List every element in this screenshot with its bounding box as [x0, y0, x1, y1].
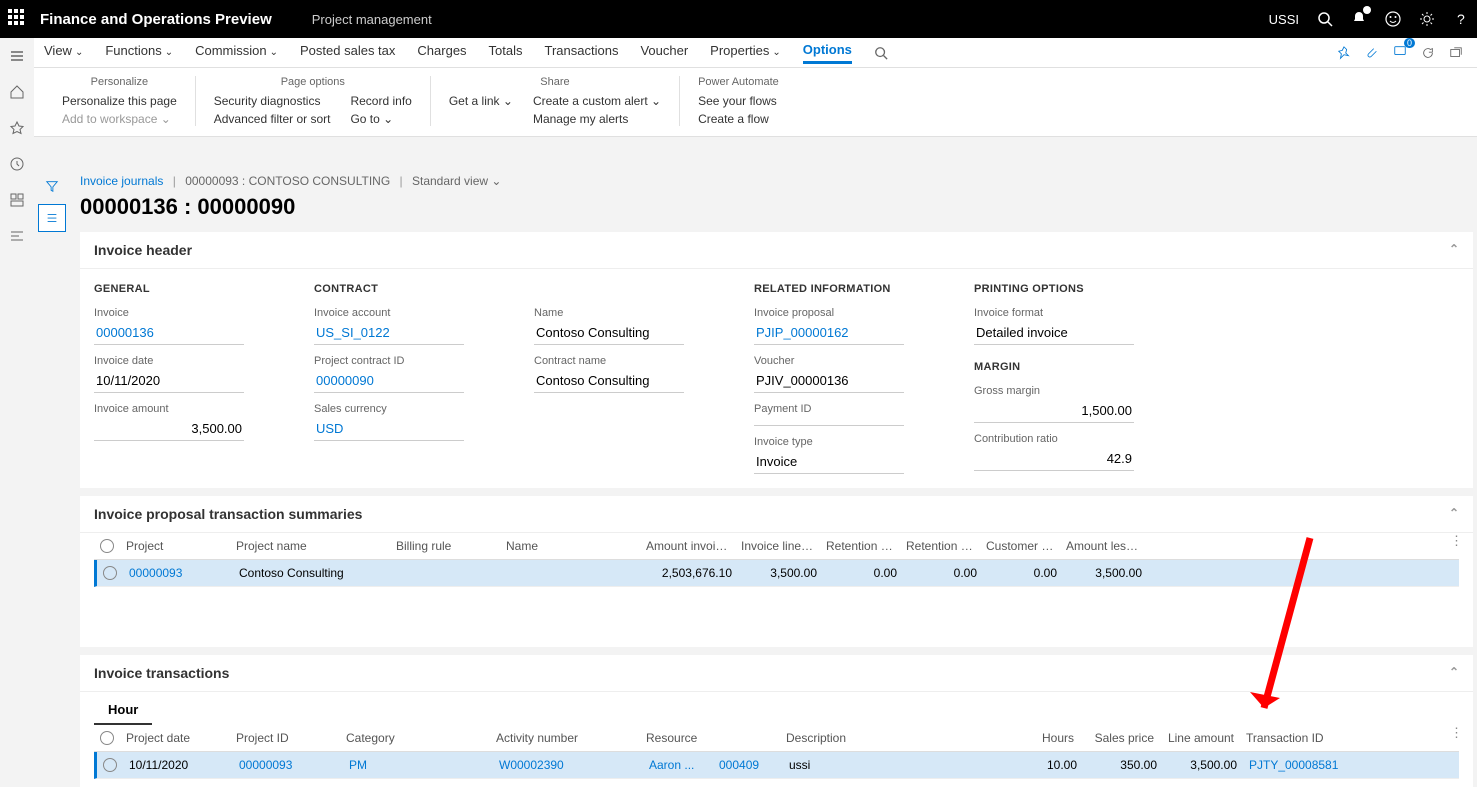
select-all-radio[interactable] — [100, 539, 114, 553]
record-info[interactable]: Record info — [350, 94, 411, 108]
messages-icon[interactable] — [1393, 44, 1407, 61]
app-launcher-icon[interactable] — [8, 9, 28, 29]
modules-icon[interactable] — [9, 228, 25, 244]
create-custom-alert[interactable]: Create a custom alert ⌄ — [533, 94, 661, 108]
add-to-workspace[interactable]: Add to workspace ⌄ — [62, 112, 177, 126]
project-contract-id-field[interactable]: 00000090 — [314, 369, 464, 393]
table-row[interactable]: 00000093 Contoso Consulting 2,503,676.10… — [94, 560, 1459, 587]
pin-icon[interactable] — [1337, 46, 1351, 60]
invoice-account-field[interactable]: US_SI_0122 — [314, 321, 464, 345]
refresh-icon[interactable] — [1421, 46, 1435, 60]
tab-transactions[interactable]: Transactions — [545, 43, 619, 62]
tab-voucher[interactable]: Voucher — [640, 43, 688, 62]
smiley-icon[interactable] — [1385, 11, 1401, 27]
app-title: Finance and Operations Preview — [40, 11, 272, 28]
select-all-radio[interactable] — [100, 731, 114, 745]
invoice-date-field[interactable]: 10/11/2020 — [94, 369, 244, 393]
workspace-icon[interactable] — [9, 192, 25, 208]
section-invoice-header[interactable]: Invoice header⌃ — [80, 232, 1473, 269]
row-radio[interactable] — [103, 758, 117, 772]
tab-options[interactable]: Options — [803, 42, 852, 64]
tab-functions[interactable]: Functions⌄ — [105, 43, 173, 62]
row-radio[interactable] — [103, 566, 117, 580]
invoice-field[interactable]: 00000136 — [94, 321, 244, 345]
tab-properties[interactable]: Properties⌄ — [710, 43, 781, 62]
ribbon-group-share: Share — [449, 76, 661, 88]
contract-name-field[interactable]: Contoso Consulting — [534, 369, 684, 393]
recent-icon[interactable] — [9, 156, 25, 172]
tab-charges[interactable]: Charges — [417, 43, 466, 62]
section-transactions[interactable]: Invoice transactions⌃ — [80, 655, 1473, 692]
popout-icon[interactable] — [1449, 46, 1463, 60]
attach-icon[interactable] — [1365, 46, 1379, 60]
manage-alerts[interactable]: Manage my alerts — [533, 112, 661, 126]
invoice-amount-field[interactable]: 3,500.00 — [94, 417, 244, 441]
breadcrumb-text: 00000093 : CONTOSO CONSULTING — [185, 174, 390, 188]
tab-view[interactable]: View⌄ — [44, 43, 83, 62]
breadcrumb: Invoice journals | 00000093 : CONTOSO CO… — [80, 166, 1473, 192]
go-to[interactable]: Go to ⌄ — [350, 112, 411, 126]
search-icon[interactable] — [1317, 11, 1333, 27]
subtab-hour[interactable]: Hour — [94, 692, 152, 725]
invoice-proposal-field[interactable]: PJIP_00000162 — [754, 321, 904, 345]
section-summaries[interactable]: Invoice proposal transaction summaries⌃ — [80, 496, 1473, 533]
page-title: 00000136 : 00000090 — [80, 192, 1473, 232]
ribbon-group-page-options: Page options — [214, 76, 412, 88]
hamburger-icon[interactable] — [9, 48, 25, 64]
home-icon[interactable] — [9, 84, 25, 100]
tab-commission[interactable]: Commission⌄ — [195, 43, 278, 62]
create-a-flow[interactable]: Create a flow — [698, 112, 777, 126]
grid-more-icon[interactable]: ⋮ — [1450, 725, 1463, 741]
see-your-flows[interactable]: See your flows — [698, 94, 777, 108]
voucher-field[interactable]: PJIV_00000136 — [754, 369, 904, 393]
contribution-ratio-field[interactable]: 42.9 — [974, 447, 1134, 471]
get-a-link[interactable]: Get a link ⌄ — [449, 94, 513, 108]
search-inline-icon[interactable] — [874, 46, 888, 60]
user-name[interactable]: USSI — [1269, 12, 1299, 27]
personalize-page[interactable]: Personalize this page — [62, 94, 177, 108]
payment-id-field[interactable] — [754, 417, 904, 426]
tab-totals[interactable]: Totals — [489, 43, 523, 62]
name-field[interactable]: Contoso Consulting — [534, 321, 684, 345]
grid-more-icon[interactable]: ⋮ — [1450, 533, 1463, 549]
view-selector[interactable]: Standard view ⌄ — [412, 174, 501, 188]
ribbon-group-power-automate: Power Automate — [698, 76, 779, 88]
security-diagnostics[interactable]: Security diagnostics — [214, 94, 331, 108]
help-icon[interactable]: ? — [1453, 11, 1469, 27]
notifications-icon[interactable] — [1351, 10, 1367, 29]
star-icon[interactable] — [9, 120, 25, 136]
gross-margin-field[interactable]: 1,500.00 — [974, 399, 1134, 423]
advanced-filter[interactable]: Advanced filter or sort — [214, 112, 331, 126]
sales-currency-field[interactable]: USD — [314, 417, 464, 441]
tab-posted-sales-tax[interactable]: Posted sales tax — [300, 43, 395, 62]
svg-text:?: ? — [1457, 11, 1465, 27]
breadcrumb-link[interactable]: Invoice journals — [80, 174, 163, 188]
module-name[interactable]: Project management — [312, 12, 432, 27]
invoice-format-field[interactable]: Detailed invoice — [974, 321, 1134, 345]
invoice-type-field[interactable]: Invoice — [754, 450, 904, 474]
gear-icon[interactable] — [1419, 11, 1435, 27]
ribbon-group-personalize: Personalize — [62, 76, 177, 88]
table-row[interactable]: 10/11/2020 00000093 PM W00002390 Aaron .… — [94, 752, 1459, 779]
